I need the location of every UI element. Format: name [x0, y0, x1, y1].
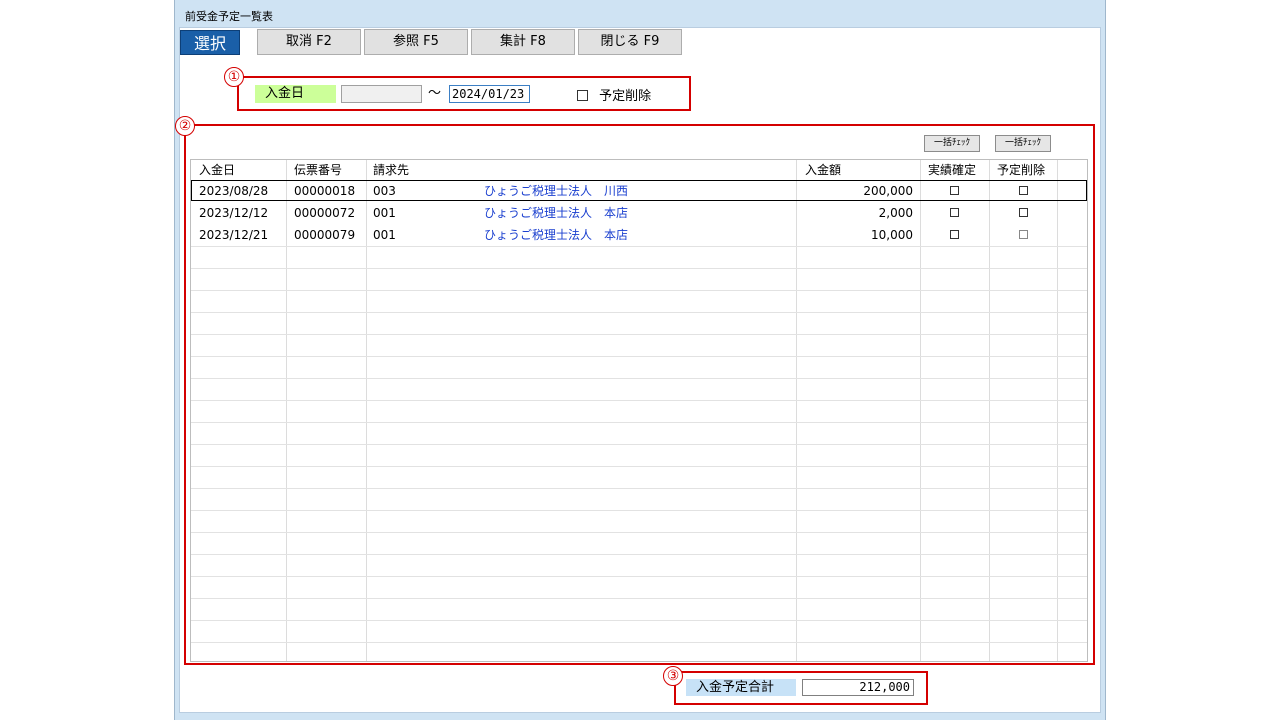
row-line — [191, 312, 1087, 313]
total-button[interactable]: 集計 F8 — [471, 29, 575, 55]
summary-label: 入金予定合計 — [686, 679, 796, 696]
confirmed-checkbox[interactable] — [950, 186, 959, 195]
row-code: 003 — [373, 184, 396, 198]
date-label: 入金日 — [255, 85, 336, 103]
header-amount[interactable]: 入金額 — [805, 160, 841, 181]
cancel-button[interactable]: 取消 F2 — [257, 29, 361, 55]
planned-delete-label: 予定削除 — [599, 89, 652, 104]
row-line — [191, 356, 1087, 357]
row-line — [191, 334, 1087, 335]
row-slip: 00000079 — [294, 228, 356, 242]
annotation-marker-3: ③ — [663, 666, 683, 686]
planned-delete-row-checkbox[interactable] — [1019, 208, 1028, 217]
annotation-marker-1: ① — [224, 67, 244, 87]
row-code: 001 — [373, 206, 396, 220]
row-line — [191, 488, 1087, 489]
row-slip: 00000072 — [294, 206, 356, 220]
row-line — [191, 576, 1087, 577]
row-date: 2023/08/28 — [199, 184, 269, 198]
col-divider — [366, 160, 367, 661]
row-amount: 200,000 — [863, 184, 913, 198]
col-divider — [1057, 160, 1058, 661]
row-line — [191, 554, 1087, 555]
row-line — [191, 510, 1087, 511]
col-divider — [989, 160, 990, 661]
bulk-check-confirm-button[interactable]: 一括ﾁｪｯｸ — [924, 135, 980, 152]
close-button[interactable]: 閉じる F9 — [578, 29, 682, 55]
row-line — [191, 444, 1087, 445]
row-line — [191, 642, 1087, 643]
row-billing-name: ひょうご税理士法人 川西 — [484, 184, 629, 198]
header-date[interactable]: 入金日 — [199, 160, 235, 181]
confirmed-checkbox[interactable] — [950, 230, 959, 239]
row-slip: 00000018 — [294, 184, 356, 198]
row-line — [191, 598, 1087, 599]
date-to-field[interactable]: 2024/01/23 — [449, 85, 530, 103]
row-line — [191, 466, 1087, 467]
row-date: 2023/12/21 — [199, 228, 269, 242]
select-button[interactable]: 選択 — [180, 30, 240, 55]
range-tilde: ～ — [428, 86, 442, 101]
header-billing[interactable]: 請求先 — [373, 160, 409, 181]
row-billing-name: ひょうご税理士法人 本店 — [484, 206, 629, 220]
row-code: 001 — [373, 228, 396, 242]
confirmed-checkbox[interactable] — [950, 208, 959, 217]
planned-delete-row-checkbox[interactable] — [1019, 230, 1028, 239]
col-divider — [920, 160, 921, 661]
row-line — [191, 532, 1087, 533]
row-line — [191, 400, 1087, 401]
payment-grid: 入金日 伝票番号 請求先 入金額 実績確定 予定削除 2023/08/28 00… — [190, 159, 1088, 662]
header-planned-delete[interactable]: 予定削除 — [997, 160, 1045, 181]
row-line — [191, 620, 1087, 621]
browse-button[interactable]: 参照 F5 — [364, 29, 468, 55]
row-line — [191, 422, 1087, 423]
window-title: 前受金予定一覧表 — [185, 10, 273, 23]
row-date: 2023/12/12 — [199, 206, 269, 220]
header-slip[interactable]: 伝票番号 — [294, 160, 342, 181]
row-line — [191, 268, 1087, 269]
planned-delete-checkbox[interactable] — [577, 90, 588, 101]
annotation-marker-2: ② — [175, 116, 195, 136]
row-line — [191, 378, 1087, 379]
header-confirmed[interactable]: 実績確定 — [928, 160, 976, 181]
row-billing-name: ひょうご税理士法人 本店 — [484, 228, 629, 242]
row-line — [191, 246, 1087, 247]
planned-delete-checkbox-wrap[interactable]: 予定削除 — [577, 85, 652, 104]
planned-delete-row-checkbox[interactable] — [1019, 186, 1028, 195]
row-amount: 10,000 — [871, 228, 913, 242]
col-divider — [286, 160, 287, 661]
row-line — [191, 290, 1087, 291]
row-amount: 2,000 — [878, 206, 913, 220]
summary-total: 212,000 — [802, 679, 914, 696]
date-from-field[interactable] — [341, 85, 422, 103]
bulk-check-delete-button[interactable]: 一括ﾁｪｯｸ — [995, 135, 1051, 152]
